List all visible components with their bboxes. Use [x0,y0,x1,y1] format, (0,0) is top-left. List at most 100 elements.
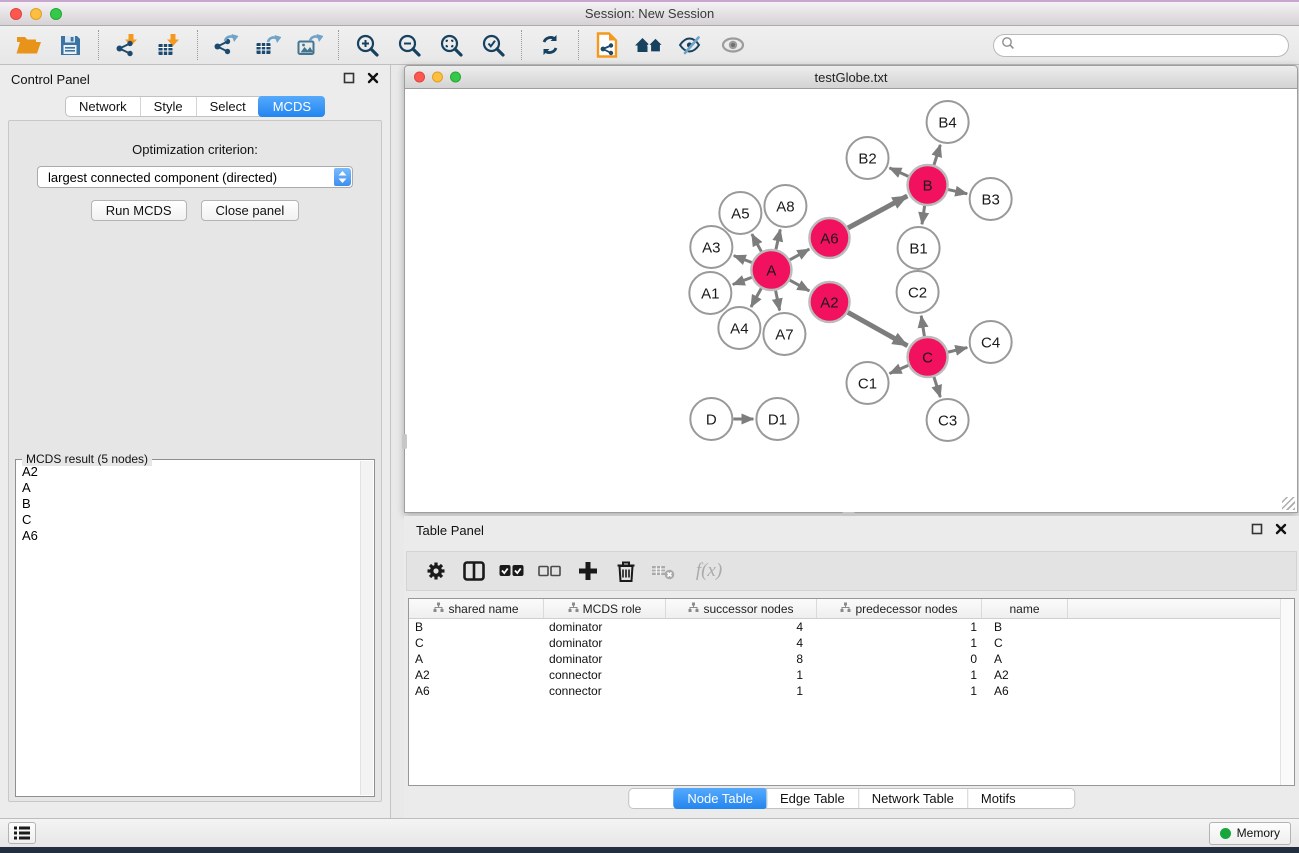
add-column-icon[interactable] [569,554,607,588]
show-graphics-icon[interactable] [715,29,751,61]
run-mcds-button[interactable]: Run MCDS [91,200,187,221]
graph-edge-B-B4[interactable] [934,145,940,165]
graph-edge-B-B3[interactable] [948,190,967,194]
export-network-icon[interactable] [208,29,244,61]
open-session-icon[interactable] [10,29,46,61]
search-box[interactable] [993,34,1289,57]
graph-node-A6[interactable]: A6 [809,218,849,258]
close-panel-button[interactable]: Close panel [201,200,300,221]
list-item[interactable]: A [22,480,354,496]
graph-edge-C-C2[interactable] [921,316,924,337]
graph-edge-C-C1[interactable] [890,365,909,373]
tab-mcds[interactable]: MCDS [258,96,325,117]
zoom-selected-icon[interactable] [475,29,511,61]
graph-edge-C-C4[interactable] [948,348,967,353]
export-image-icon[interactable] [292,29,328,61]
minimize-network-window-button[interactable] [432,72,443,83]
column-header-name[interactable]: name [982,599,1068,618]
splitter-handle-left[interactable] [402,434,407,449]
close-network-window-button[interactable] [414,72,425,83]
graph-edge-A2-C[interactable] [848,312,908,345]
titlebar[interactable]: Session: New Session [0,0,1299,26]
zoom-in-icon[interactable] [349,29,385,61]
tab-select[interactable]: Select [196,97,259,116]
float-table-panel-icon[interactable] [1251,523,1263,538]
zoom-fit-icon[interactable] [433,29,469,61]
graph-node-B3[interactable]: B3 [970,178,1012,220]
graph-node-C2[interactable]: C2 [897,271,939,313]
graph-node-C1[interactable]: C1 [846,362,888,404]
hide-graphics-icon[interactable] [673,29,709,61]
memory-button[interactable]: Memory [1209,822,1291,845]
graph-edge-B-B2[interactable] [889,168,908,177]
close-panel-icon[interactable] [367,72,379,87]
graph-edge-A-A2[interactable] [790,280,809,291]
graph-edge-A-A5[interactable] [752,234,762,251]
graph-node-A2[interactable]: A2 [809,282,849,322]
list-item[interactable]: A2 [22,464,354,480]
refresh-icon[interactable] [532,29,568,61]
list-item[interactable]: A6 [22,528,354,544]
function-builder-button[interactable]: f(x) [683,554,735,588]
graph-edge-A-A6[interactable] [790,249,809,260]
graph-edge-B-B1[interactable] [922,206,925,224]
graph-edge-A-A4[interactable] [751,288,761,307]
zoom-window-button[interactable] [50,8,62,20]
graph-node-B4[interactable]: B4 [927,101,969,143]
graph-node-A8[interactable]: A8 [764,185,806,227]
graph-edge-C-C3[interactable] [934,377,940,397]
column-header-predecessor-nodes[interactable]: predecessor nodes [817,599,982,618]
tab-network-table[interactable]: Network Table [858,789,967,808]
import-table-icon[interactable] [151,29,187,61]
table-row[interactable]: A2connector11A2 [409,667,1294,683]
save-session-icon[interactable] [52,29,88,61]
graph-edge-A-A7[interactable] [776,291,780,311]
list-item[interactable]: C [22,512,354,528]
delete-table-icon[interactable] [645,554,683,588]
network-window-titlebar[interactable]: testGlobe.txt [404,65,1298,89]
graph-node-A1[interactable]: A1 [689,272,731,314]
tab-edge-table[interactable]: Edge Table [766,789,858,808]
graph-node-B[interactable]: B [908,165,948,205]
column-header-shared-name[interactable]: shared name [409,599,544,618]
graph-node-A5[interactable]: A5 [719,192,761,234]
table-row[interactable]: Bdominator41B [409,619,1294,635]
graph-edge-A-A8[interactable] [776,229,780,249]
tab-motifs[interactable]: Motifs [967,789,1029,808]
graph-node-A[interactable]: A [751,250,791,290]
graph-node-D[interactable]: D [690,398,732,440]
graph-node-C4[interactable]: C4 [970,321,1012,363]
table-scrollbar[interactable] [1280,599,1294,785]
network-from-file-icon[interactable] [589,29,625,61]
table-row[interactable]: Cdominator41C [409,635,1294,651]
minimize-window-button[interactable] [30,8,42,20]
result-scrollbar[interactable] [360,461,373,795]
graph-node-D1[interactable]: D1 [756,398,798,440]
delete-column-icon[interactable] [607,554,645,588]
graph-node-A7[interactable]: A7 [763,313,805,355]
tab-style[interactable]: Style [140,97,196,116]
column-header-successor-nodes[interactable]: successor nodes [666,599,817,618]
home-icon[interactable] [631,29,667,61]
graph-node-C3[interactable]: C3 [927,399,969,441]
table-row[interactable]: Adominator80A [409,651,1294,667]
network-window[interactable]: testGlobe.txt B4B2BB3A5A8A6A3B1AA1C2A2A4… [404,65,1298,513]
list-item[interactable]: B [22,496,354,512]
select-all-icon[interactable] [493,554,531,588]
tab-node-table[interactable]: Node Table [673,788,767,809]
zoom-network-window-button[interactable] [450,72,461,83]
resize-grip-icon[interactable] [1282,497,1295,510]
table-row[interactable]: A6connector11A6 [409,683,1294,699]
close-table-panel-icon[interactable] [1275,523,1287,538]
export-table-icon[interactable] [250,29,286,61]
float-panel-icon[interactable] [343,72,355,87]
zoom-out-icon[interactable] [391,29,427,61]
graph-node-C[interactable]: C [908,337,948,377]
task-history-icon[interactable] [8,822,36,844]
graph-edge-A6-B[interactable] [848,196,907,228]
deselect-all-icon[interactable] [531,554,569,588]
graph-node-B2[interactable]: B2 [846,137,888,179]
criterion-dropdown[interactable]: largest connected component (directed) [37,166,353,188]
graph-node-A3[interactable]: A3 [690,226,732,268]
show-columns-icon[interactable] [455,554,493,588]
